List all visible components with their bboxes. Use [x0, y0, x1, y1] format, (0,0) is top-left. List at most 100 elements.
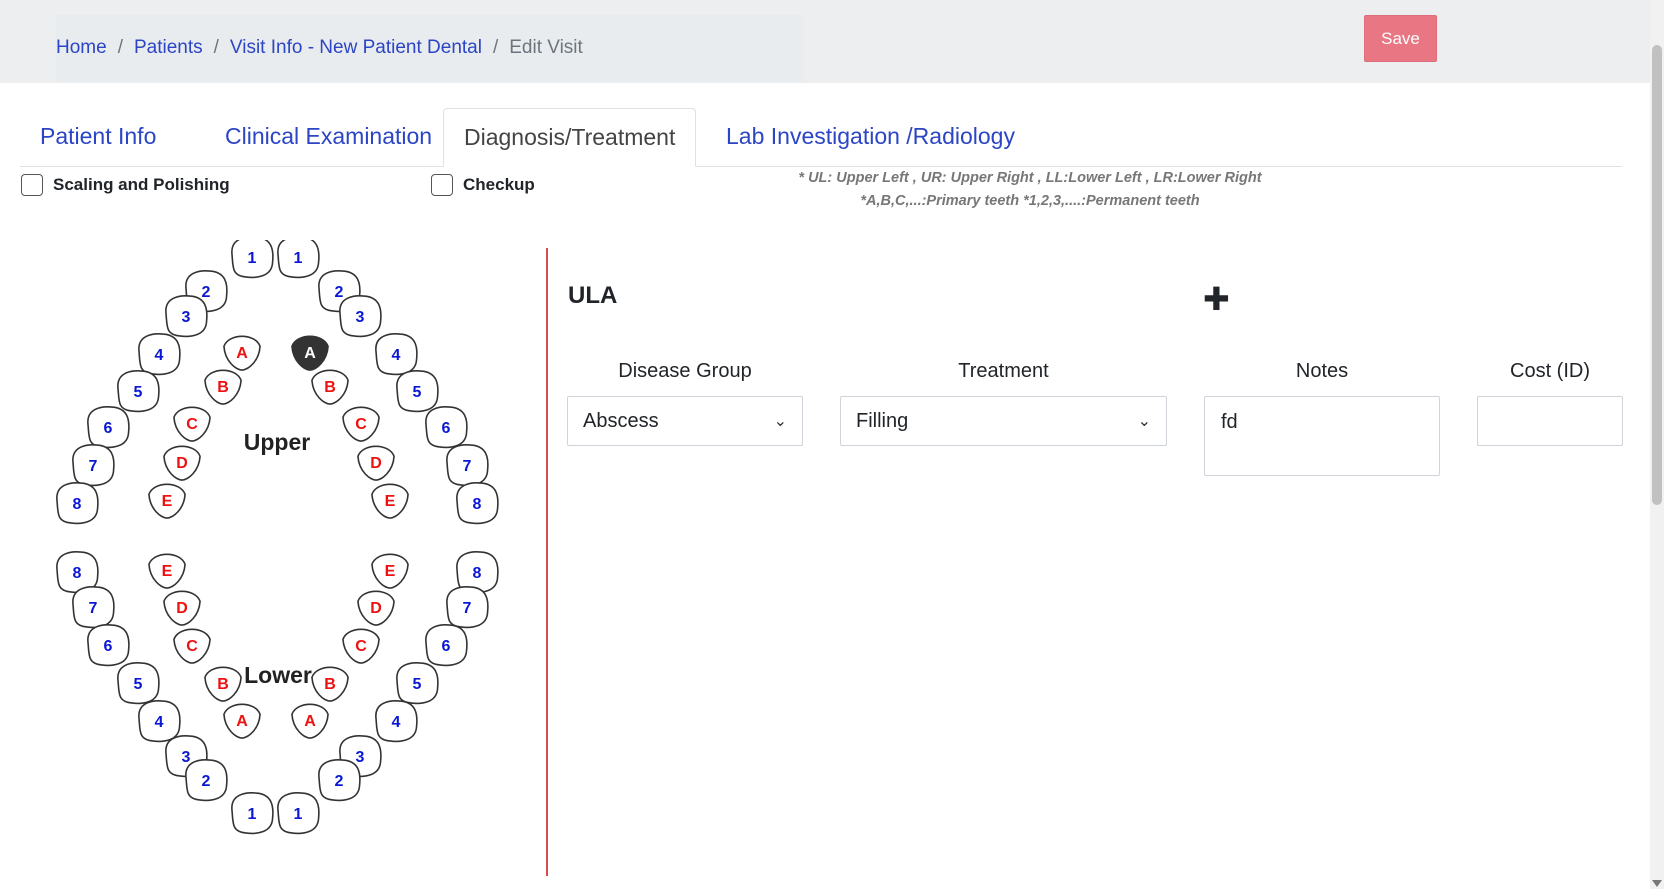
tooth-label: E: [162, 493, 173, 510]
tooth-label: D: [370, 600, 382, 617]
tooth-label: 6: [442, 420, 451, 437]
tooth-upper-right-primary-C[interactable]: C: [342, 406, 380, 442]
tooth-upper-left-permanent-6[interactable]: 6: [87, 406, 130, 449]
treatment-select[interactable]: Filling ⌄: [840, 396, 1167, 446]
tooth-lower-left-permanent-6[interactable]: 6: [87, 624, 130, 667]
tooth-upper-right-permanent-4[interactable]: 4: [375, 333, 418, 376]
tooth-upper-left-permanent-5[interactable]: 5: [117, 370, 160, 413]
tooth-label: 8: [473, 565, 482, 582]
tooth-label: 8: [473, 496, 482, 513]
tooth-lower-right-primary-C[interactable]: C: [342, 628, 380, 664]
tooth-upper-left-permanent-1[interactable]: 1: [231, 240, 274, 279]
tooth-upper-left-primary-D[interactable]: D: [163, 445, 201, 481]
tooth-upper-right-primary-E[interactable]: E: [371, 483, 409, 519]
scaling-option[interactable]: Scaling and Polishing: [21, 174, 230, 196]
tab-patient-info[interactable]: Patient Info: [20, 108, 176, 165]
tooth-upper-right-permanent-1[interactable]: 1: [277, 240, 320, 279]
tooth-label: C: [186, 416, 198, 433]
tooth-upper-right-primary-A[interactable]: A: [291, 335, 329, 371]
tooth-lower-right-permanent-4[interactable]: 4: [375, 700, 418, 743]
tooth-lower-right-primary-D[interactable]: D: [357, 590, 395, 626]
tooth-upper-right-permanent-6[interactable]: 6: [425, 406, 468, 449]
tooth-label: D: [176, 455, 188, 472]
tooth-lower-left-permanent-1[interactable]: 1: [231, 792, 274, 835]
tooth-lower-left-permanent-2[interactable]: 2: [185, 759, 228, 802]
tooth-lower-left-permanent-5[interactable]: 5: [117, 662, 160, 705]
scroll-down-icon[interactable]: [1652, 880, 1662, 887]
tooth-label: 7: [463, 600, 472, 617]
tooth-lower-right-permanent-7[interactable]: 7: [446, 586, 489, 629]
tooth-upper-right-permanent-3[interactable]: 3: [339, 295, 382, 338]
tooth-upper-left-primary-B[interactable]: B: [204, 369, 242, 405]
checkup-option[interactable]: Checkup: [431, 174, 535, 196]
tab-lab-investigation[interactable]: Lab Investigation /Radiology: [706, 108, 1035, 165]
tooth-label: 1: [294, 250, 303, 267]
plus-icon[interactable]: ✚: [1203, 283, 1230, 315]
tooth-label: 4: [155, 347, 164, 364]
tooth-lower-left-primary-C[interactable]: C: [173, 628, 211, 664]
tooth-label: 4: [392, 714, 401, 731]
tooth-label: A: [304, 345, 316, 362]
tooth-lower-right-primary-A[interactable]: A: [291, 703, 329, 739]
tooth-upper-right-permanent-5[interactable]: 5: [396, 370, 439, 413]
tooth-label: 1: [248, 806, 257, 823]
page-scrollbar[interactable]: [1650, 0, 1664, 889]
tooth-lower-left-primary-A[interactable]: A: [223, 703, 261, 739]
save-button[interactable]: Save: [1364, 15, 1437, 62]
tooth-lower-left-primary-E[interactable]: E: [148, 553, 186, 589]
scaling-checkbox[interactable]: [21, 174, 43, 196]
breadcrumb-patients[interactable]: Patients: [134, 37, 203, 59]
tooth-lower-left-permanent-7[interactable]: 7: [72, 586, 115, 629]
breadcrumb-home[interactable]: Home: [56, 37, 107, 59]
tooth-label: 7: [89, 458, 98, 475]
tooth-label: 1: [248, 250, 257, 267]
breadcrumb-visit-info[interactable]: Visit Info - New Patient Dental: [230, 37, 482, 59]
notes-textarea[interactable]: fd: [1204, 396, 1440, 476]
dental-chart: 1234567812345678ABCDEABCDE87654321876543…: [56, 240, 499, 835]
tooth-lower-right-permanent-1[interactable]: 1: [277, 792, 320, 835]
tooth-lower-left-primary-B[interactable]: B: [204, 666, 242, 702]
disease-group-header: Disease Group: [618, 360, 752, 382]
tooth-upper-left-permanent-3[interactable]: 3: [165, 295, 208, 338]
disease-group-select[interactable]: Abscess ⌄: [567, 396, 803, 446]
tooth-lower-left-permanent-4[interactable]: 4: [138, 700, 181, 743]
tooth-label: C: [355, 638, 367, 655]
breadcrumb-separator: /: [117, 37, 123, 58]
tooth-upper-left-permanent-8[interactable]: 8: [56, 482, 99, 525]
tooth-upper-right-primary-D[interactable]: D: [357, 445, 395, 481]
cost-input[interactable]: [1477, 396, 1623, 446]
tooth-upper-left-permanent-4[interactable]: 4: [138, 333, 181, 376]
breadcrumb-current: Edit Visit: [509, 37, 583, 58]
tooth-upper-left-primary-A[interactable]: A: [223, 335, 261, 371]
tooth-label: 6: [104, 420, 113, 437]
tab-bar: Patient Info Clinical Examination Diagno…: [20, 108, 1622, 167]
tooth-label: 6: [442, 638, 451, 655]
tooth-lower-left-primary-D[interactable]: D: [163, 590, 201, 626]
tooth-lower-right-primary-B[interactable]: B: [311, 666, 349, 702]
tooth-upper-right-primary-B[interactable]: B: [311, 369, 349, 405]
tab-clinical-examination[interactable]: Clinical Examination: [205, 108, 452, 165]
checkup-checkbox[interactable]: [431, 174, 453, 196]
tooth-lower-right-permanent-5[interactable]: 5: [396, 662, 439, 705]
tooth-upper-left-primary-C[interactable]: C: [173, 406, 211, 442]
checkup-label: Checkup: [463, 175, 535, 194]
tooth-lower-right-permanent-6[interactable]: 6: [425, 624, 468, 667]
tooth-label: 4: [392, 347, 401, 364]
breadcrumb-separator: /: [213, 37, 219, 58]
tooth-upper-left-permanent-7[interactable]: 7: [72, 444, 115, 487]
tooth-lower-right-permanent-2[interactable]: 2: [318, 759, 361, 802]
lower-jaw-label: Lower: [244, 662, 312, 688]
tooth-label: 3: [356, 749, 365, 766]
chevron-down-icon: ⌄: [1137, 413, 1151, 430]
tooth-upper-right-permanent-8[interactable]: 8: [456, 482, 499, 525]
tooth-label: 7: [463, 458, 472, 475]
tooth-lower-right-primary-E[interactable]: E: [371, 553, 409, 589]
tooth-label: B: [217, 379, 229, 396]
scroll-thumb[interactable]: [1652, 45, 1662, 505]
tooth-upper-right-permanent-7[interactable]: 7: [446, 444, 489, 487]
tab-diagnosis-treatment[interactable]: Diagnosis/Treatment: [443, 108, 697, 167]
tooth-label: 5: [134, 676, 143, 693]
tooth-upper-left-primary-E[interactable]: E: [148, 483, 186, 519]
tooth-label: 5: [413, 384, 422, 401]
breadcrumb-separator: /: [492, 37, 499, 58]
